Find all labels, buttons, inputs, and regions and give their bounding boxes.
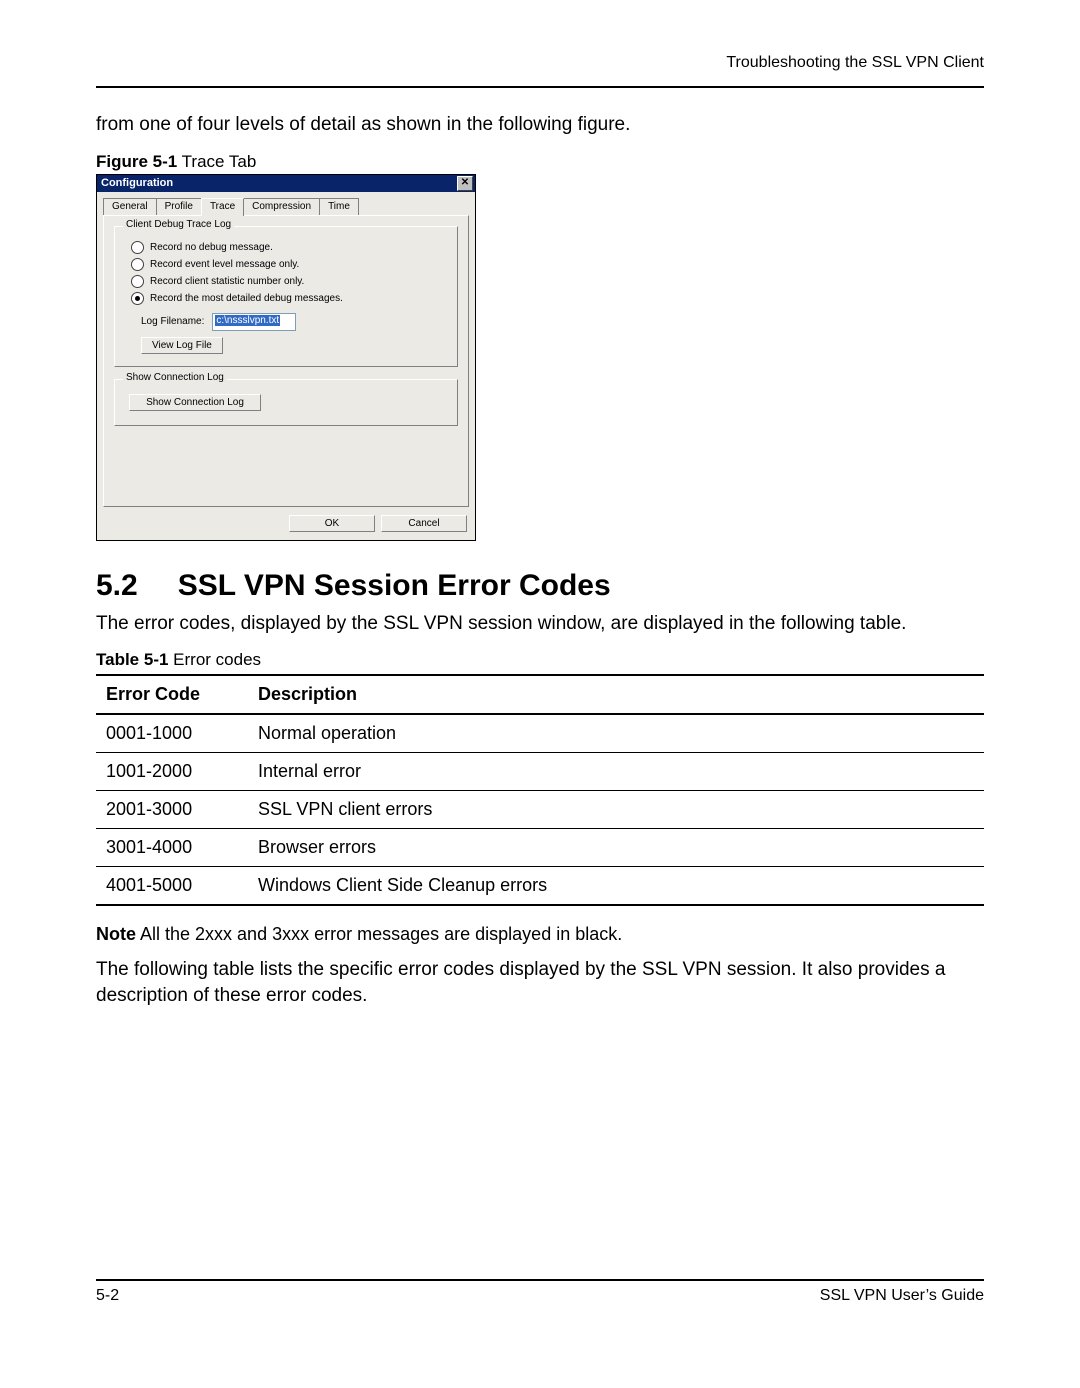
radio-record-statistic-only[interactable]: Record client statistic number only.: [125, 275, 447, 288]
figure-number: Figure 5-1: [96, 152, 177, 171]
radio-icon: [131, 275, 144, 288]
dialog-titlebar: Configuration ✕: [97, 175, 475, 192]
group-client-debug-trace-log: Client Debug Trace Log Record no debug m…: [114, 226, 458, 367]
cell-desc: Windows Client Side Cleanup errors: [252, 867, 984, 906]
note-line: Note All the 2xxx and 3xxx error message…: [96, 924, 984, 945]
radio-icon: [131, 292, 144, 305]
tab-body: Client Debug Trace Log Record no debug m…: [103, 215, 469, 507]
table-number: Table 5-1: [96, 650, 168, 669]
table-row: 3001-4000 Browser errors: [96, 829, 984, 867]
cell-code: 0001-1000: [96, 714, 252, 753]
section-number: 5.2: [96, 569, 138, 603]
header-rule: [96, 86, 984, 88]
error-codes-table: Error Code Description 0001-1000 Normal …: [96, 674, 984, 906]
col-error-code: Error Code: [96, 675, 252, 714]
col-description: Description: [252, 675, 984, 714]
radio-record-none[interactable]: Record no debug message.: [125, 241, 447, 254]
tab-profile[interactable]: Profile: [156, 198, 202, 215]
note-text: All the 2xxx and 3xxx error messages are…: [136, 924, 622, 944]
note-label: Note: [96, 924, 136, 944]
radio-label: Record no debug message.: [150, 242, 273, 253]
tab-compression[interactable]: Compression: [243, 198, 320, 215]
group-show-connection-log: Show Connection Log Show Connection Log: [114, 379, 458, 426]
closing-paragraph: The following table lists the specific e…: [96, 957, 984, 1008]
radio-label: Record client statistic number only.: [150, 276, 304, 287]
log-filename-label: Log Filename:: [141, 316, 204, 327]
log-filename-input[interactable]: c:\nssslvpn.txt: [212, 313, 296, 331]
cell-desc: Internal error: [252, 753, 984, 791]
table-row: 0001-1000 Normal operation: [96, 714, 984, 753]
ok-button[interactable]: OK: [289, 515, 375, 532]
page-number: 5-2: [96, 1287, 119, 1305]
cell-desc: Browser errors: [252, 829, 984, 867]
group-legend: Show Connection Log: [123, 372, 227, 383]
cell-code: 2001-3000: [96, 791, 252, 829]
radio-icon: [131, 241, 144, 254]
figure-caption: Figure 5-1 Trace Tab: [96, 152, 984, 172]
cell-code: 1001-2000: [96, 753, 252, 791]
intro-paragraph: from one of four levels of detail as sho…: [96, 112, 984, 138]
guide-title: SSL VPN User’s Guide: [820, 1287, 984, 1305]
table-row: 4001-5000 Windows Client Side Cleanup er…: [96, 867, 984, 906]
cell-desc: SSL VPN client errors: [252, 791, 984, 829]
tab-strip: General Profile Trace Compression Time: [97, 192, 475, 215]
cell-desc: Normal operation: [252, 714, 984, 753]
radio-record-detailed[interactable]: Record the most detailed debug messages.: [125, 292, 447, 305]
running-header: Troubleshooting the SSL VPN Client: [96, 54, 984, 72]
table-row: 2001-3000 SSL VPN client errors: [96, 791, 984, 829]
tab-general[interactable]: General: [103, 198, 157, 215]
cell-code: 4001-5000: [96, 867, 252, 906]
radio-record-event-only[interactable]: Record event level message only.: [125, 258, 447, 271]
view-log-file-button[interactable]: View Log File: [141, 337, 223, 354]
radio-label: Record the most detailed debug messages.: [150, 293, 343, 304]
tab-time[interactable]: Time: [319, 198, 359, 215]
group-legend: Client Debug Trace Log: [123, 219, 234, 230]
radio-label: Record event level message only.: [150, 259, 299, 270]
cell-code: 3001-4000: [96, 829, 252, 867]
section-title: SSL VPN Session Error Codes: [178, 569, 611, 603]
section-heading: 5.2 SSL VPN Session Error Codes: [96, 569, 984, 603]
configuration-dialog: Configuration ✕ General Profile Trace Co…: [96, 174, 476, 541]
table-title: Error codes: [168, 650, 261, 669]
dialog-button-row: OK Cancel: [97, 507, 475, 540]
table-caption: Table 5-1 Error codes: [96, 650, 984, 670]
table-row: 1001-2000 Internal error: [96, 753, 984, 791]
section-intro: The error codes, displayed by the SSL VP…: [96, 611, 984, 637]
radio-icon: [131, 258, 144, 271]
close-icon[interactable]: ✕: [457, 176, 473, 191]
page-footer: 5-2 SSL VPN User’s Guide: [96, 1279, 984, 1305]
show-connection-log-button[interactable]: Show Connection Log: [129, 394, 261, 411]
cancel-button[interactable]: Cancel: [381, 515, 467, 532]
figure-title: Trace Tab: [177, 152, 256, 171]
tab-trace[interactable]: Trace: [201, 198, 244, 216]
dialog-title: Configuration: [101, 177, 173, 189]
